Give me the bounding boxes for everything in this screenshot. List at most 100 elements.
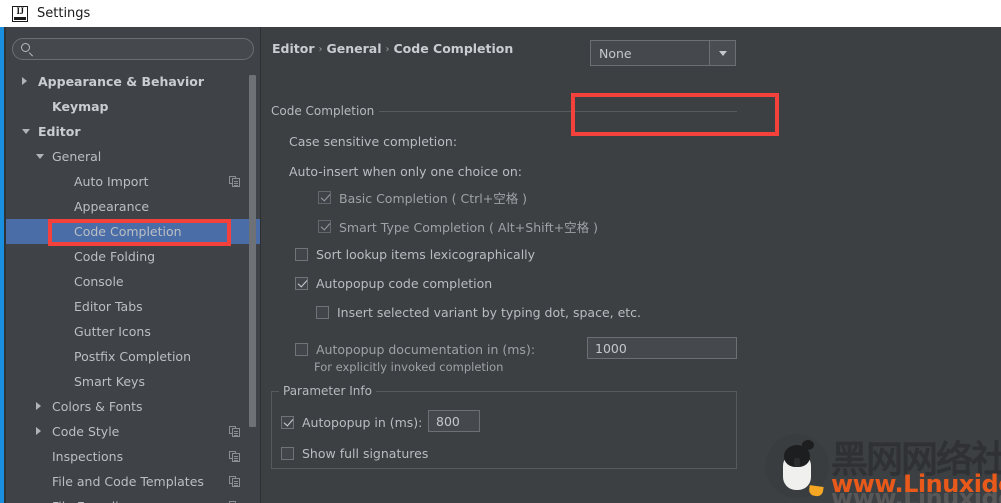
settings-tree: Appearance & Behavior Keymap Editor General… [6,69,260,503]
parameter-autopopup-checkbox[interactable] [281,416,294,429]
insert-variant-checkbox[interactable] [316,306,329,319]
sidebar-item-label: Keymap [52,99,109,114]
smart-type-completion-row[interactable]: Smart Type Completion ( Alt+Shift+空格 ) [318,217,598,236]
settings-window: IJ Settings Appearance & Behavior Keymap E… [0,0,1001,503]
autopopup-documentation-hint: For explicitly invoked completion [314,360,504,374]
copy-settings-icon[interactable] [229,451,240,462]
breadcrumb-separator: › [318,44,323,55]
show-full-signatures-row[interactable]: Show full signatures [281,445,428,461]
show-full-signatures-label: Show full signatures [302,446,429,461]
sidebar-item-label: Inspections [52,449,124,464]
search-icon-handle [28,52,34,57]
sidebar-item-label: Colors & Fonts [52,399,143,414]
sidebar-item-appearance-behavior[interactable]: Appearance & Behavior [6,69,260,94]
penguin-foot [808,485,824,497]
sidebar-item-code-completion[interactable]: Code Completion [6,219,260,244]
sidebar-item-label: Appearance & Behavior [38,74,204,89]
sidebar-item-editor-tabs[interactable]: Editor Tabs [6,294,260,319]
copy-settings-icon[interactable] [229,476,240,487]
sidebar-item-label: File and Code Templates [52,474,204,489]
autopopup-documentation-row[interactable]: Autopopup documentation in (ms): [295,341,535,357]
sidebar-item-label: Editor Tabs [74,299,143,314]
case-sensitive-completion-label: Case sensitive completion: [289,134,458,149]
search-box[interactable] [12,38,254,60]
autopopup-documentation-input[interactable] [587,337,737,359]
case-sensitive-completion-dropdown[interactable]: None [590,40,736,66]
sidebar-item-label: Code Style [52,424,120,439]
sidebar-item-colors-fonts[interactable]: Colors & Fonts [6,394,260,419]
sort-lookup-checkbox[interactable] [295,248,308,261]
intellij-idea-icon: IJ [12,5,28,22]
autopopup-code-completion-label: Autopopup code completion [316,276,493,291]
sidebar-item-label: Appearance [74,199,150,214]
smart-type-completion-label: Smart Type Completion ( Alt+Shift+空格 ) [339,220,599,235]
parameter-autopopup-row[interactable]: Autopopup in (ms): [281,414,422,430]
breadcrumb-item-general[interactable]: General [327,41,382,56]
window-title: Settings [37,6,91,21]
basic-completion-checkbox[interactable] [318,191,331,204]
insert-variant-label: Insert selected variant by typing dot, s… [337,305,642,320]
sidebar-item-label: Smart Keys [74,374,145,389]
parameter-autopopup-label: Autopopup in (ms): [302,415,423,430]
watermark-url-text: www.Linuxidc.com [831,470,1001,498]
sidebar-item-file-and-code-templates[interactable]: File and Code Templates [6,469,260,494]
auto-insert-label: Auto-insert when only one choice on: [289,164,522,179]
watermark: 黑网网络社 www.Linuxidc.com www.Linuxidc.com [765,430,1001,503]
sidebar-item-label: Console [74,274,124,289]
sidebar-item-console[interactable]: Console [6,269,260,294]
sidebar-item-postfix-completion[interactable]: Postfix Completion [6,344,260,369]
sidebar-item-gutter-icons[interactable]: Gutter Icons [6,319,260,344]
show-full-signatures-checkbox[interactable] [281,447,294,460]
breadcrumb-item-editor[interactable]: Editor [272,41,315,56]
search-icon [21,43,30,52]
sidebar-item-label: Code Completion [74,224,182,239]
sidebar-item-general[interactable]: General [6,144,260,169]
breadcrumb-item-code-completion: Code Completion [393,41,514,56]
sidebar-item-label: Gutter Icons [74,324,151,339]
chevron-right-icon[interactable] [36,427,41,435]
sidebar-item-code-style[interactable]: Code Style [6,419,260,444]
sidebar-item-file-encodings[interactable]: File Encodings [6,494,260,503]
sidebar-item-label: File Encodings [52,499,141,503]
sidebar-item-label: Editor [38,124,81,139]
chevron-right-icon[interactable] [36,402,41,410]
breadcrumb: Editor › General › Code Completion [272,41,513,56]
case-sensitive-completion-value: None [599,45,632,61]
sidebar-item-label: General [52,149,102,164]
search-input[interactable] [38,40,248,58]
code-completion-group-title: Code Completion [271,104,380,118]
sidebar-item-label: Code Folding [74,249,156,264]
autopopup-documentation-checkbox[interactable] [295,343,308,356]
chevron-down-icon[interactable] [36,154,44,159]
sidebar-item-label: Postfix Completion [74,349,191,364]
search-field-wrapper [12,38,254,60]
chevron-down-icon[interactable] [22,129,30,134]
sidebar-item-smart-keys[interactable]: Smart Keys [6,369,260,394]
settings-sidebar: Appearance & Behavior Keymap Editor General… [6,27,260,503]
sidebar-item-inspections[interactable]: Inspections [6,444,260,469]
sidebar-item-appearance[interactable]: Appearance [6,194,260,219]
sort-lookup-row[interactable]: Sort lookup items lexicographically [295,246,535,262]
breadcrumb-separator: › [385,44,390,55]
autopopup-documentation-label: Autopopup documentation in (ms): [316,342,536,357]
window-title-bar: IJ Settings [0,0,1001,27]
autopopup-code-completion-checkbox[interactable] [295,277,308,290]
parameter-info-group-title: Parameter Info [279,384,376,398]
basic-completion-row[interactable]: Basic Completion ( Ctrl+空格 ) [318,188,527,207]
sidebar-item-editor[interactable]: Editor [6,119,260,144]
copy-settings-icon[interactable] [229,176,240,187]
autopopup-code-completion-row[interactable]: Autopopup code completion [295,275,492,291]
sidebar-item-auto-import[interactable]: Auto Import [6,169,260,194]
chevron-down-icon[interactable] [709,41,735,65]
sidebar-item-label: Auto Import [74,174,149,189]
basic-completion-label: Basic Completion ( Ctrl+空格 ) [339,191,528,206]
sidebar-item-keymap[interactable]: Keymap [6,94,260,119]
copy-settings-icon[interactable] [229,426,240,437]
insert-variant-row[interactable]: Insert selected variant by typing dot, s… [316,304,641,320]
parameter-autopopup-input[interactable] [428,410,480,432]
smart-type-completion-checkbox[interactable] [318,220,331,233]
sidebar-item-code-folding[interactable]: Code Folding [6,244,260,269]
chevron-right-icon[interactable] [22,77,27,85]
sidebar-scrollbar-thumb[interactable] [249,75,256,427]
sort-lookup-label: Sort lookup items lexicographically [316,247,536,262]
